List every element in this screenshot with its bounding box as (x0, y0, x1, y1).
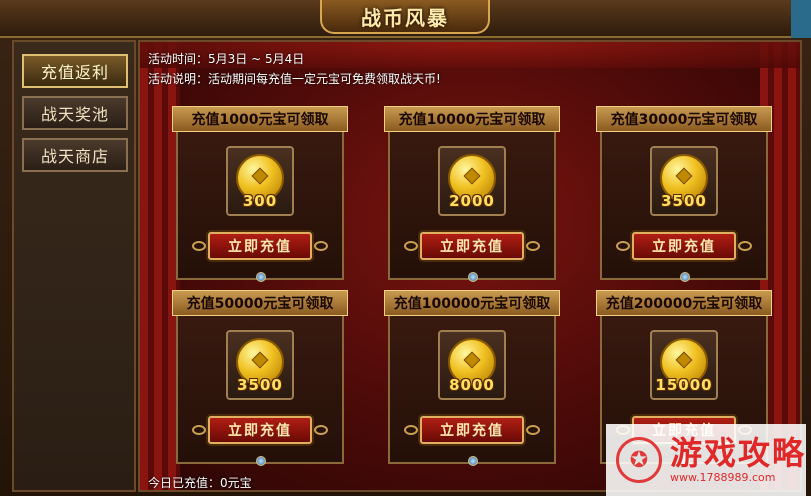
ornament-icon (192, 241, 206, 251)
reward-card-title: 充值10000元宝可领取 (384, 106, 560, 132)
reward-card-3: 充值30000元宝可领取 3500 立即充值 (596, 106, 772, 282)
reward-card-title: 充值1000元宝可领取 (172, 106, 348, 132)
coin-amount: 3500 (661, 192, 707, 210)
gem-icon (256, 272, 266, 282)
reward-card-title: 充值30000元宝可领取 (596, 106, 772, 132)
gamepad-logo-icon: ✪ (616, 437, 662, 483)
recharge-button-label: 立即充值 (440, 239, 504, 255)
watermark-title: 游戏攻略 (670, 434, 807, 472)
coin-frame: 2000 (438, 146, 506, 216)
coin-amount: 8000 (449, 376, 495, 394)
today-recharge-status: 今日已充值：0元宝 (148, 476, 252, 490)
recharge-button-label: 立即充值 (228, 423, 292, 439)
recharge-now-button[interactable]: 立即充值 (192, 416, 328, 444)
sidebar-item-shop[interactable]: 战天商店 (22, 138, 128, 172)
ornament-icon (738, 241, 752, 251)
ornament-icon (526, 425, 540, 435)
reward-card-title: 充值50000元宝可领取 (172, 290, 348, 316)
recharge-button-label: 立即充值 (228, 239, 292, 255)
reward-card-2: 充值10000元宝可领取 2000 立即充值 (384, 106, 560, 282)
ornament-icon (616, 241, 630, 251)
site-watermark: ✪ 游戏攻略 www.1788989.com (606, 424, 806, 496)
ornament-icon (526, 241, 540, 251)
sidebar-item-recharge-rebate[interactable]: 充值返利 (22, 54, 128, 88)
activity-time: 活动时间：5月3日 ~ 5月4日 (148, 52, 305, 66)
corner-decoration (791, 0, 811, 38)
sidebar: 充值返利 战天奖池 战天商店 (12, 40, 136, 492)
top-bar: 战币风暴 (0, 0, 811, 38)
reward-card-title: 充值200000元宝可领取 (596, 290, 772, 316)
reward-card-4: 充值50000元宝可领取 3500 立即充值 (172, 290, 348, 466)
activity-description: 活动说明：活动期间每充值一定元宝可免费领取战天币! (148, 72, 441, 86)
ornament-icon (314, 241, 328, 251)
gem-icon (468, 456, 478, 466)
ornament-icon (404, 241, 418, 251)
recharge-now-button[interactable]: 立即充值 (616, 232, 752, 260)
ornament-icon (404, 425, 418, 435)
reward-card-title: 充值100000元宝可领取 (384, 290, 560, 316)
recharge-now-button[interactable]: 立即充值 (192, 232, 328, 260)
watermark-url: www.1788989.com (670, 471, 776, 484)
ornament-icon (314, 425, 328, 435)
coin-amount: 15000 (655, 376, 713, 394)
ornament-icon (192, 425, 206, 435)
reward-card-5: 充值100000元宝可领取 8000 立即充值 (384, 290, 560, 466)
recharge-button-label: 立即充值 (440, 423, 504, 439)
reward-card-1: 充值1000元宝可领取 300 立即充值 (172, 106, 348, 282)
coin-frame: 300 (226, 146, 294, 216)
coin-frame: 3500 (650, 146, 718, 216)
coin-amount: 2000 (449, 192, 495, 210)
gem-icon (680, 272, 690, 282)
coin-frame: 15000 (650, 330, 718, 400)
window-title: 战币风暴 (320, 0, 490, 34)
recharge-now-button[interactable]: 立即充值 (404, 232, 540, 260)
coin-amount: 3500 (237, 376, 283, 394)
recharge-now-button[interactable]: 立即充值 (404, 416, 540, 444)
sidebar-item-prize-pool[interactable]: 战天奖池 (22, 96, 128, 130)
coin-frame: 3500 (226, 330, 294, 400)
recharge-button-label: 立即充值 (652, 239, 716, 255)
gem-icon (468, 272, 478, 282)
gem-icon (256, 456, 266, 466)
coin-frame: 8000 (438, 330, 506, 400)
coin-amount: 300 (242, 192, 278, 210)
game-window: 战币风暴 充值返利 战天奖池 战天商店 活动时间：5月3日 ~ 5月4日 活动说… (0, 0, 811, 496)
